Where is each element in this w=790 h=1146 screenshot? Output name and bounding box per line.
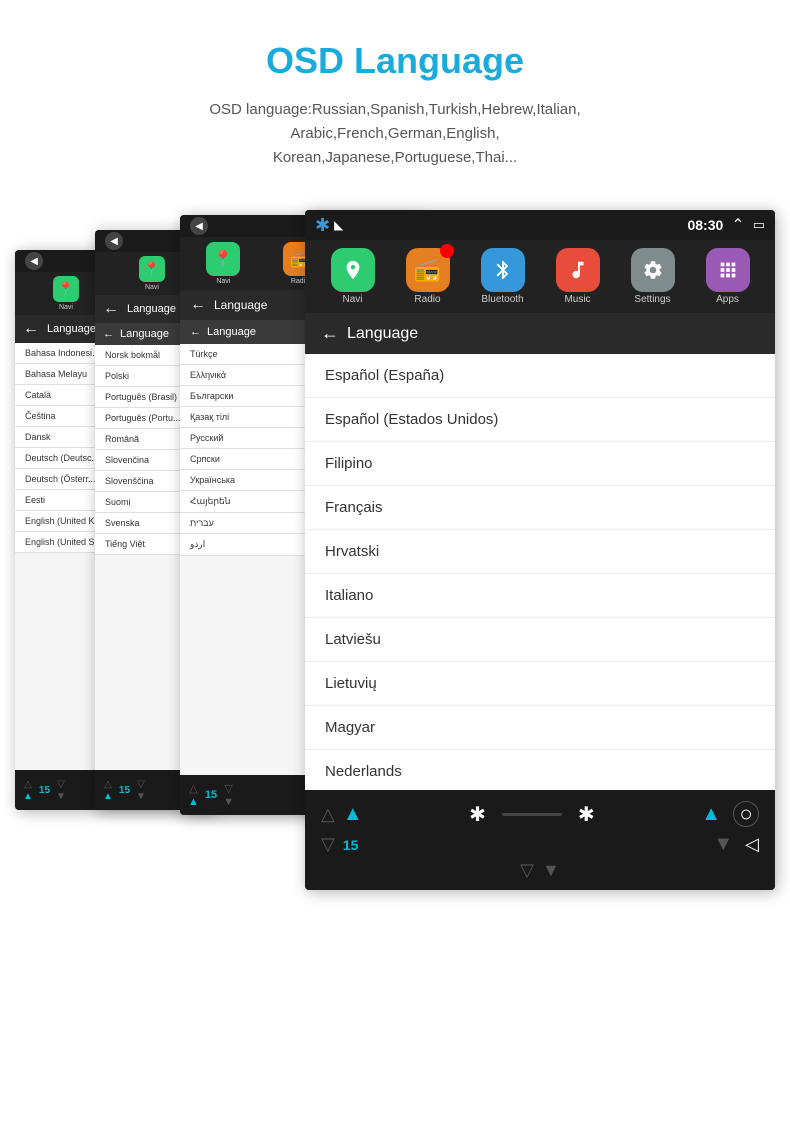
navi-icon-1[interactable]: 📍 Navi (52, 276, 80, 311)
lang-list-4: Español (España) Español (Estados Unidos… (305, 354, 775, 790)
back-button-1[interactable]: ◀ (25, 252, 43, 270)
header-section: OSD Language OSD language:Russian,Spanis… (0, 0, 790, 190)
lang-item-4-10[interactable]: Nederlands (305, 750, 775, 790)
screenshots-container: ◀ ✱ ◣ 08:30 ⌃ ▭ 📍 Navi 📻 (15, 210, 775, 910)
back-arrow-1[interactable]: ← (23, 320, 39, 338)
lang-item-4-6[interactable]: Italiano (305, 574, 775, 618)
left-number-group: ▽ 15 (321, 834, 358, 855)
nav-down-1[interactable]: ▽ ▼ (56, 779, 66, 802)
navi-label-2: Navi (145, 284, 159, 291)
nav-up-1[interactable]: △ ▲ (23, 779, 33, 802)
back-button-2[interactable]: ◀ (105, 232, 123, 250)
apps-app-icon[interactable]: Apps (703, 248, 753, 305)
lang-item-4-1[interactable]: Español (España) (305, 354, 775, 398)
ctrl-group-left-2: △ ▲ 15 ▽ ▼ (103, 779, 146, 802)
signal-icon: ◣ (334, 218, 343, 232)
lang-item-4-9[interactable]: Magyar (305, 706, 775, 750)
up-outline-icon[interactable]: △ (321, 804, 335, 825)
app-icons-row-4: Navi 📻 Radio Bluetooth (305, 240, 775, 313)
nav-down-2[interactable]: ▽ ▼ (136, 779, 146, 802)
time-4: 08:30 (687, 217, 723, 233)
screenshot-layer-4: ✱ ◣ 08:30 ⌃ ▭ Navi (305, 210, 775, 890)
page-subtitle: OSD language:Russian,Spanish,Turkish,Heb… (20, 98, 770, 170)
ctrl-number-2: 15 (119, 785, 130, 796)
navi-circle-2: 📍 (139, 256, 165, 282)
fan-right-icon[interactable]: ✱ (578, 802, 595, 827)
navi-label-4: Navi (342, 294, 362, 305)
down-outline-left[interactable]: ▽ (321, 834, 335, 855)
lang-item-4-2[interactable]: Español (Estados Unidos) (305, 398, 775, 442)
lang-item-4-5[interactable]: Hrvatski (305, 530, 775, 574)
settings-icon-circle (631, 248, 675, 292)
ctrl-group-left-3: △ ▲ 15 ▽ ▼ (188, 782, 234, 808)
navi-label-1: Navi (59, 304, 73, 311)
back-triangle-icon[interactable]: ◁ (745, 834, 759, 855)
status-bar-4: ✱ ◣ 08:30 ⌃ ▭ (305, 210, 775, 240)
down-outline-icon[interactable]: ▽ (520, 860, 534, 881)
back-button-3[interactable]: ◀ (190, 217, 208, 235)
apps-label-4: Apps (716, 294, 739, 305)
lang-item-4-3[interactable]: Filipino (305, 442, 775, 486)
lang-header-4: ← Language (305, 313, 775, 354)
fan-left-icon[interactable]: ✱ (469, 802, 486, 827)
lang-title-4: Language (347, 325, 418, 343)
navi-icon-circle (331, 248, 375, 292)
radio-badge-4 (440, 244, 454, 258)
center-controls: ✱ ✱ (469, 802, 595, 827)
navi-label-3: Navi (216, 278, 230, 285)
bluetooth-app-icon[interactable]: Bluetooth (478, 248, 528, 305)
music-app-icon[interactable]: Music (553, 248, 603, 305)
nav-down-3[interactable]: ▽ ▼ (223, 782, 234, 808)
navi-circle-1: 📍 (53, 276, 79, 302)
lang-item-4-4[interactable]: Français (305, 486, 775, 530)
ctrl-number-1: 15 (39, 785, 50, 796)
lang-title-2: Language (127, 303, 176, 315)
radio-app-icon[interactable]: 📻 Radio (403, 248, 453, 305)
settings-label-4: Settings (634, 294, 670, 305)
radio-icon-circle: 📻 (406, 248, 450, 292)
up-filled-icon[interactable]: ▲ (343, 803, 363, 826)
music-icon-circle (556, 248, 600, 292)
nav-up-2[interactable]: △ ▲ (103, 779, 113, 802)
back-arrow-4[interactable]: ← (321, 323, 339, 344)
ctrl-number-3: 15 (205, 789, 217, 801)
bottom-bar-4: △ ▲ ✱ ✱ ▲ ○ (305, 790, 775, 890)
music-label-4: Music (564, 294, 590, 305)
left-nav-controls: △ ▲ (321, 803, 363, 826)
right-up-icon[interactable]: ▲ (701, 803, 721, 826)
navi-circle-3: 📍 (206, 242, 240, 276)
navi-app-icon[interactable]: Navi (328, 248, 378, 305)
settings-app-icon[interactable]: Settings (628, 248, 678, 305)
bluetooth-label-4: Bluetooth (481, 294, 523, 305)
navi-icon-2[interactable]: 📍 Navi (138, 256, 166, 291)
back-arrow-2[interactable]: ← (103, 300, 119, 318)
home-icon[interactable]: ○ (733, 801, 759, 827)
lang-item-4-7[interactable]: Latviešu (305, 618, 775, 662)
right-bottom-controls: ▼ ◁ (713, 833, 759, 856)
apps-icon-circle (706, 248, 750, 292)
ctrl-group-left-1: △ ▲ 15 ▽ ▼ (23, 779, 66, 802)
chevron-icon: ⌃ (731, 215, 744, 235)
lang-title-3: Language (214, 298, 267, 312)
page-title: OSD Language (20, 40, 770, 82)
bt-status-icon: ✱ (315, 215, 330, 236)
down-filled-icon[interactable]: ▼ (542, 860, 560, 881)
bottom-row-down: ▽ ▼ (520, 858, 560, 883)
down-filled-right[interactable]: ▼ (713, 833, 733, 856)
nav-up-3[interactable]: △ ▲ (188, 782, 199, 808)
lang-title-1: Language (47, 323, 96, 335)
radio-label-4: Radio (414, 294, 440, 305)
battery-icon: ▭ (753, 217, 765, 233)
slider-track[interactable] (502, 813, 562, 816)
bottom-row-number: ▽ 15 ▼ ◁ (321, 831, 759, 858)
navi-icon-3[interactable]: 📍 Navi (206, 242, 240, 285)
right-nav-controls: ▲ ○ (701, 801, 759, 827)
back-arrow-3[interactable]: ← (190, 296, 206, 314)
ctrl-number-4: 15 (343, 837, 359, 853)
bluetooth-icon-circle (481, 248, 525, 292)
bottom-row-top: △ ▲ ✱ ✱ ▲ ○ (321, 797, 759, 831)
lang-item-4-8[interactable]: Lietuvių (305, 662, 775, 706)
